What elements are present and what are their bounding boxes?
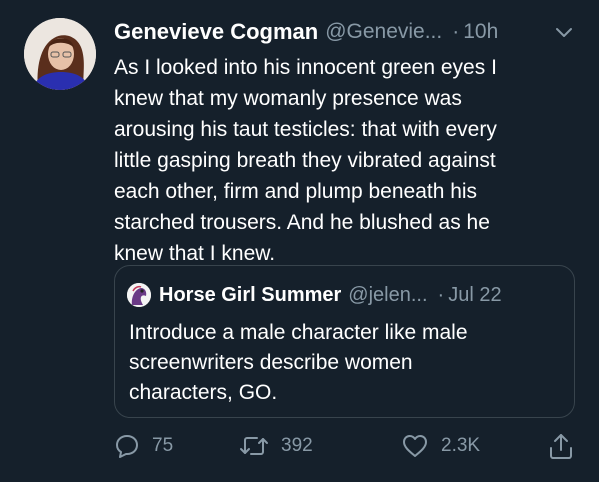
author-avatar[interactable] [24, 18, 96, 90]
retweet-button[interactable]: 392 [239, 430, 313, 462]
reply-icon [114, 433, 140, 459]
quoted-tweet[interactable]: Horse Girl Summer @jelen... · Jul 22 Int… [114, 265, 575, 418]
separator-dot: · [452, 20, 460, 43]
quoted-tweet-header: Horse Girl Summer @jelen... · Jul 22 [127, 282, 562, 308]
like-button[interactable]: 2.3K [401, 430, 480, 462]
quoted-author-name: Horse Girl Summer [159, 283, 342, 306]
heart-icon [401, 433, 429, 459]
tweet-header: Genevieve Cogman @Genevie... · 10h [114, 17, 579, 47]
retweet-icon [239, 433, 269, 459]
quoted-author-avatar [127, 283, 151, 307]
like-count: 2.3K [441, 435, 481, 456]
chevron-down-icon[interactable] [555, 25, 573, 39]
tweet[interactable]: Genevieve Cogman @Genevie... · 10h As I … [0, 0, 599, 482]
separator-dot: · [437, 283, 445, 306]
share-icon [548, 432, 574, 460]
author-name[interactable]: Genevieve Cogman [114, 19, 318, 45]
tweet-actions: 75 392 2.3K [114, 430, 584, 462]
retweet-count: 392 [281, 435, 313, 456]
reply-button[interactable]: 75 [114, 430, 173, 462]
author-handle[interactable]: @Genevie... [325, 20, 442, 44]
quoted-tweet-date: Jul 22 [448, 283, 502, 306]
reply-count: 75 [152, 435, 174, 456]
tweet-timestamp[interactable]: 10h [463, 20, 498, 44]
quoted-tweet-text: Introduce a male character like male scr… [129, 321, 468, 404]
quoted-author-handle: @jelen... [348, 283, 428, 306]
tweet-text: As I looked into his innocent green eyes… [114, 56, 497, 265]
share-button[interactable] [548, 430, 574, 462]
